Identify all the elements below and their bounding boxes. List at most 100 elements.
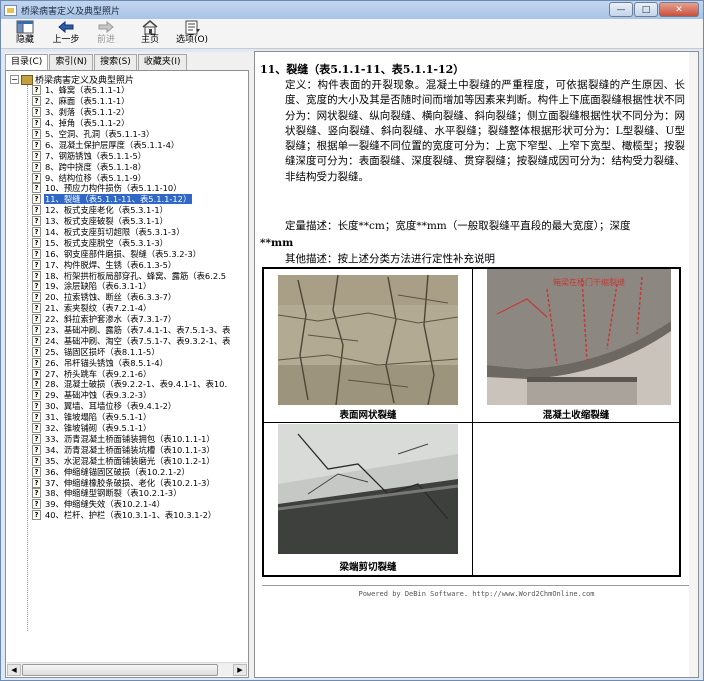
scroll-right-arrow-icon[interactable]: ▶ [233, 664, 247, 676]
tree-item[interactable]: ? 5、空洞、孔洞（表5.1.1-3） [32, 129, 246, 140]
tree-item-label: 23、基础冲刷、露筋（表7.4.1-1、表7.5.1-3、表 [45, 325, 231, 336]
vertical-scroll-track[interactable] [689, 52, 698, 677]
collapse-icon[interactable]: − [10, 75, 19, 84]
tree-item[interactable]: ? 1、蜂窝（表5.1.1-1） [32, 85, 246, 96]
tab-index[interactable]: 索引(N) [49, 54, 94, 70]
tree-item[interactable]: ? 38、伸缩缝型钢断裂（表10.2.1-3） [32, 488, 246, 499]
tree-item-label: 29、基础冲蚀（表9.3.2-3） [45, 390, 152, 401]
close-button[interactable]: ✕ [659, 2, 699, 17]
tree-item[interactable]: ? 8、跨中挠度（表5.1.1-8） [32, 161, 246, 172]
tree-item[interactable]: ? 40、栏杆、护栏（表10.3.1-1、表10.3.1-2） [32, 510, 246, 521]
other-description: 其他描述：按上述分类方法进行定性补充说明 [285, 253, 495, 265]
maximize-button[interactable]: □ [634, 2, 658, 17]
tree-list: ? 1、蜂窝（表5.1.1-1）? 2、麻面（表5.1.1-1）? 3、剥落（表5.1… [32, 85, 246, 521]
tree-item[interactable]: ? 27、桥头跳车（表9.2.1-6） [32, 368, 246, 379]
tree-item-label: 30、翼墙、耳墙位移（表9.4.1-2） [45, 401, 177, 412]
tree-item-label: 12、板式支座老化（表5.3.1-1） [45, 205, 168, 216]
options-button[interactable]: 选项(O) [172, 19, 212, 49]
tree-item[interactable]: ? 31、锥坡塌陷（表9.5.1-1） [32, 412, 246, 423]
forward-button[interactable]: 前进 [86, 19, 126, 49]
hide-button[interactable]: 隐藏 [5, 19, 45, 49]
help-topic-icon: ? [32, 259, 41, 270]
tree-item[interactable]: ? 3、剥落（表5.1.1-2） [32, 107, 246, 118]
tree-guide-line [27, 85, 28, 631]
options-document-icon [185, 20, 200, 35]
tree-item[interactable]: ? 21、索夹裂纹（表7.2.1-4） [32, 303, 246, 314]
photo-cell: 箱梁在桥门干缩裂缝 混凝土收缩裂缝 [472, 268, 680, 423]
tree-item[interactable]: ? 19、涂层缺陷（表6.3.1-1） [32, 281, 246, 292]
app-icon [4, 4, 17, 16]
tree-item[interactable]: ? 9、结构位移（表5.1.1-9） [32, 172, 246, 183]
tree-item[interactable]: ? 25、锚固区损坏（表8.1.1-5） [32, 346, 246, 357]
arrow-left-icon [58, 20, 74, 34]
tree-item[interactable]: ? 4、掉角（表5.1.1-2） [32, 118, 246, 129]
help-topic-icon: ? [32, 401, 41, 412]
back-button[interactable]: 上一步 [46, 19, 86, 49]
tree-item[interactable]: ? 23、基础冲刷、露筋（表7.4.1-1、表7.5.1-3、表 [32, 325, 246, 336]
open-book-icon [21, 74, 33, 85]
horizontal-scrollbar[interactable]: ◀ ▶ [7, 662, 247, 676]
home-button[interactable]: 主页 [130, 19, 170, 49]
tree-item-label: 25、锚固区损坏（表8.1.1-5） [45, 346, 160, 357]
help-topic-icon: ? [32, 227, 41, 238]
tree-item-label: 31、锥坡塌陷（表9.5.1-1） [45, 412, 152, 423]
tree-item-label: 33、沥青混凝土桥面铺装拥包（表10.1.1-1） [45, 433, 215, 444]
tree-item[interactable]: ? 17、构件脱焊、生锈（表6.1.3-5） [32, 259, 246, 270]
tree-item[interactable]: ? 39、伸缩缝失效（表10.2.1-4） [32, 499, 246, 510]
tree-item-label: 2、麻面（表5.1.1-1） [45, 96, 130, 107]
toolbar: 隐藏 上一步 前进 主页 选项(O) [1, 19, 703, 49]
tree-item-label: 11、裂缝（表5.1.1-11、表5.1.1-12） [44, 194, 193, 205]
tree-item[interactable]: ? 22、斜拉索护套渗水（表7.3.1-7） [32, 314, 246, 325]
tree-item-label: 34、沥青混凝土桥面铺装坑槽（表10.1.1-3） [45, 444, 215, 455]
help-topic-icon: ? [32, 96, 41, 107]
tab-contents[interactable]: 目录(C) [5, 54, 49, 71]
tree-item[interactable]: ? 34、沥青混凝土桥面铺装坑槽（表10.1.1-3） [32, 444, 246, 455]
tree-item[interactable]: ? 26、吊杆锚头锈蚀（表8.5.1-4） [32, 357, 246, 368]
help-topic-icon: ? [32, 368, 41, 379]
tab-favorites[interactable]: 收藏夹(I) [137, 54, 187, 70]
scroll-left-arrow-icon[interactable]: ◀ [7, 664, 21, 676]
tree-item[interactable]: ? 12、板式支座老化（表5.3.1-1） [32, 205, 246, 216]
help-topic-icon: ? [32, 172, 41, 183]
tree-item[interactable]: ? 33、沥青混凝土桥面铺装拥包（表10.1.1-1） [32, 433, 246, 445]
tree-item-label: 10、预应力构件损伤（表5.1.1-10） [45, 183, 182, 194]
photo-caption: 梁端剪切裂缝 [339, 562, 397, 573]
help-topic-icon: ? [32, 183, 41, 194]
tree-item[interactable]: ? 18、桁架拱桁板局部穿孔、蜂窝、露筋（表6.2.5 [32, 270, 246, 281]
tree-item[interactable]: ? 30、翼墙、耳墙位移（表9.4.1-2） [32, 401, 246, 412]
tree-item[interactable]: ? 32、锥坡铺砌（表9.5.1-1） [32, 423, 246, 434]
page-title: 11、裂缝（表5.1.1-11、表5.1.1-12） [260, 63, 465, 76]
tree-item-label: 8、跨中挠度（表5.1.1-8） [45, 161, 147, 172]
tree-item[interactable]: ? 24、基础冲刷、淘空（表7.5.1-7、表9.3.2-1、表 [32, 335, 246, 346]
tree-item[interactable]: ? 7、钢筋锈蚀（表5.1.1-5） [32, 150, 246, 161]
help-topic-icon: ? [32, 499, 41, 510]
photo-table: 表面网状裂缝 箱梁在桥门干缩裂缝 混凝土收缩裂缝 梁端剪切裂缝 [262, 267, 681, 577]
surface-crack-photo [278, 275, 458, 405]
tree-item[interactable]: ? 36、伸缩缝锚固区破损（表10.2.1-2） [32, 466, 246, 477]
tree-item[interactable]: ? 14、板式支座剪切超限（表5.3.1-3） [32, 227, 246, 238]
tree-item[interactable]: ? 2、麻面（表5.1.1-1） [32, 96, 246, 107]
tree-item[interactable]: ? 35、水泥混凝土桥面铺装磨光（表10.1.2-1） [32, 455, 246, 466]
help-topic-icon: ? [32, 325, 41, 336]
photo-caption: 表面网状裂缝 [339, 410, 397, 421]
help-topic-icon: ? [32, 281, 41, 292]
tab-search[interactable]: 搜索(S) [94, 54, 137, 70]
tree-item[interactable]: ? 13、板式支座破裂（表5.3.1-1） [32, 216, 246, 227]
tree-item[interactable]: ? 15、板式支座脱空（表5.3.1-3） [32, 237, 246, 248]
tree-item[interactable]: ? 20、拉索锈蚀、断丝（表6.3.3-7） [32, 292, 246, 303]
tree-item[interactable]: ? 29、基础冲蚀（表9.3.2-3） [32, 390, 246, 401]
scrollbar-thumb[interactable] [22, 664, 218, 676]
tree-item[interactable]: ? 16、钢支座部件磨损、裂缝（表5.3.2-3） [32, 248, 246, 259]
photo-caption: 混凝土收缩裂缝 [542, 410, 610, 421]
tree-item[interactable]: ? 6、混凝土保护层厚度（表5.1.1-4） [32, 139, 246, 150]
tree-item[interactable]: ? 37、伸缩缝橡胶条破损、老化（表10.2.1-3） [32, 477, 246, 488]
tree-item-label: 14、板式支座剪切超限（表5.3.1-3） [45, 227, 185, 238]
help-topic-icon: ? [32, 205, 41, 216]
tree-item-label: 17、构件脱焊、生锈（表6.1.3-5） [45, 259, 177, 270]
tree-item[interactable]: ? 28、混凝土破损（表9.2.2-1、表9.4.1-1、表10. [32, 379, 246, 390]
help-topic-icon: ? [32, 107, 41, 118]
tree-item[interactable]: ? 11、裂缝（表5.1.1-11、表5.1.1-12） [32, 194, 246, 205]
tree-root[interactable]: − 桥梁病害定义及典型照片 [10, 74, 134, 86]
minimize-button[interactable]: — [609, 2, 633, 17]
tree-item[interactable]: ? 10、预应力构件损伤（表5.1.1-10） [32, 183, 246, 194]
